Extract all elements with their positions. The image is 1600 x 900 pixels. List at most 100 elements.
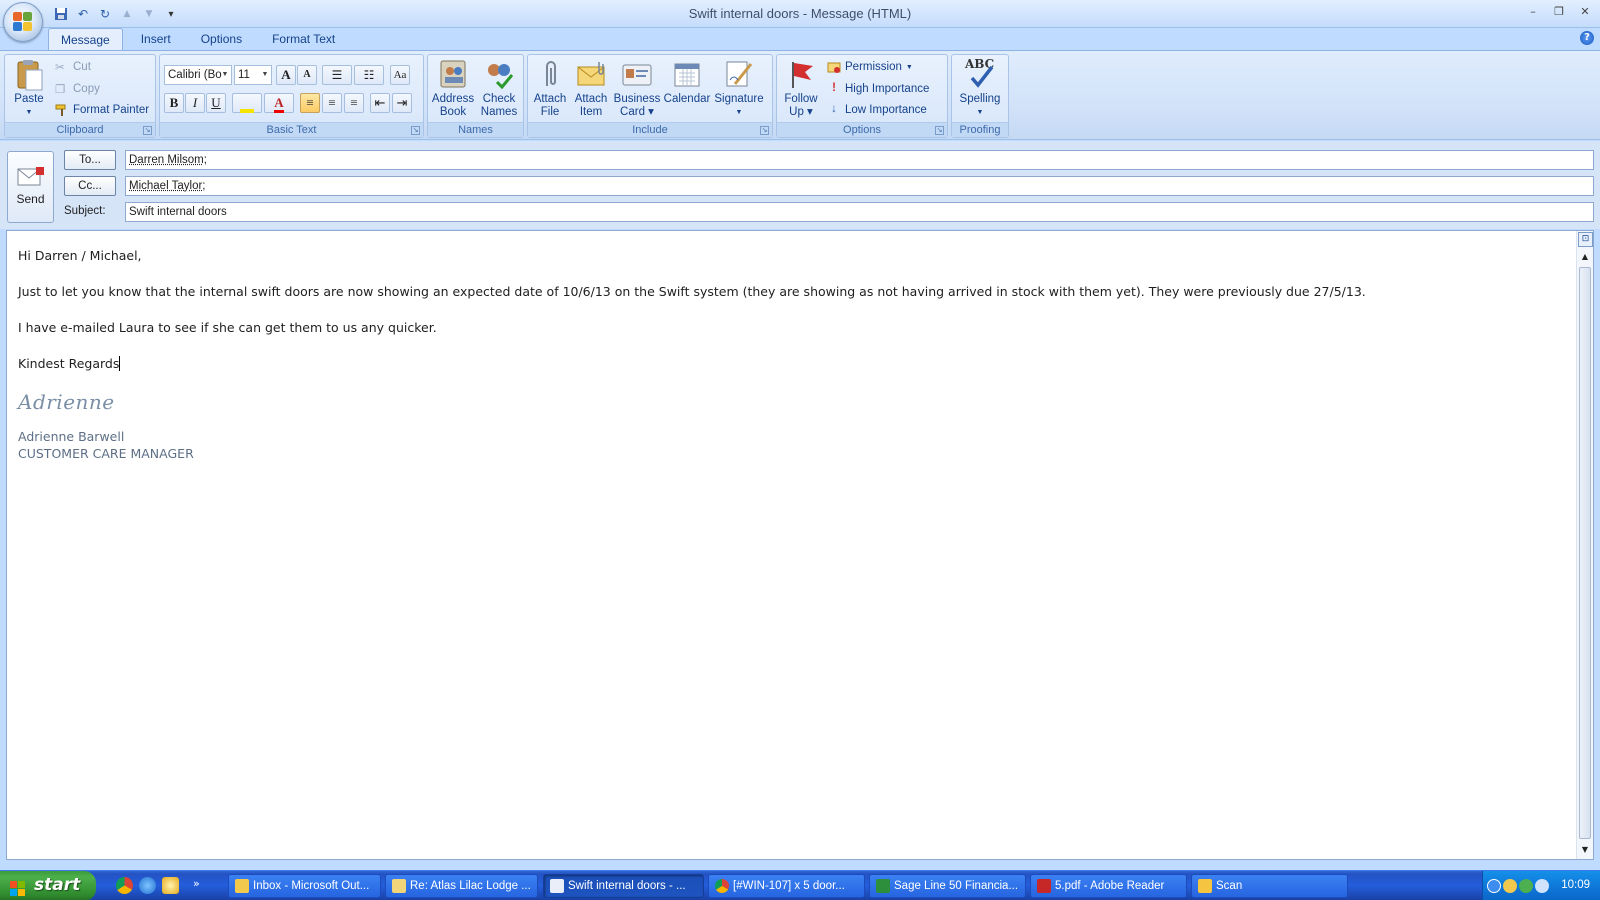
- taskbar-item-atlas[interactable]: Re: Atlas Lilac Lodge ...: [385, 874, 538, 898]
- cut-button[interactable]: ✂ Cut: [55, 57, 91, 77]
- font-name-combo[interactable]: Calibri (Bo ▼: [164, 65, 232, 85]
- send-label: Send: [8, 192, 53, 206]
- decrease-indent-button[interactable]: ⇤: [370, 93, 390, 113]
- address-book-icon: [437, 58, 469, 90]
- message-icon: [550, 879, 564, 893]
- font-color-button[interactable]: A: [264, 93, 294, 113]
- taskbar-item-scan[interactable]: Scan: [1191, 874, 1348, 898]
- format-painter-button[interactable]: Format Painter: [55, 100, 149, 120]
- taskbar-item-win107[interactable]: [#WIN-107] x 5 door...: [708, 874, 865, 898]
- cc-recipient[interactable]: Michael Taylor: [129, 180, 202, 192]
- basic-text-group-label: Basic Text: [160, 122, 423, 137]
- quick-launch-expand-icon[interactable]: »: [193, 877, 200, 894]
- italic-button[interactable]: I: [185, 93, 205, 113]
- increase-indent-button[interactable]: ⇥: [392, 93, 412, 113]
- taskbar-item-sage[interactable]: Sage Line 50 Financia...: [869, 874, 1026, 898]
- cc-button[interactable]: Cc...: [64, 176, 116, 196]
- business-card-button[interactable]: Business Card ▾: [612, 58, 662, 119]
- high-importance-button[interactable]: ! High Importance: [827, 79, 929, 99]
- ruler-toggle-icon[interactable]: ⊡: [1578, 232, 1593, 247]
- calendar-button[interactable]: Calendar: [662, 58, 712, 106]
- signature-script: Adrienne: [18, 390, 1366, 414]
- include-dialog-launcher-icon[interactable]: ↘: [760, 126, 769, 135]
- to-recipient[interactable]: Darren Milsom: [129, 154, 204, 166]
- tab-insert[interactable]: Insert: [129, 28, 183, 50]
- close-button[interactable]: ✕: [1576, 4, 1594, 20]
- restore-button[interactable]: ❐: [1550, 4, 1568, 20]
- taskbar-item-inbox[interactable]: Inbox - Microsoft Out...: [228, 874, 381, 898]
- start-button[interactable]: start: [0, 871, 96, 900]
- tab-format-text[interactable]: Format Text: [260, 28, 347, 50]
- clear-formatting-button[interactable]: Aa: [390, 65, 410, 85]
- cut-label: Cut: [73, 61, 91, 73]
- to-button[interactable]: To...: [64, 150, 116, 170]
- message-body-content[interactable]: Hi Darren / Michael, Just to let you kno…: [18, 248, 1366, 462]
- underline-button[interactable]: U: [206, 93, 226, 113]
- bullets-button[interactable]: ☰: [322, 65, 352, 85]
- paperclip-icon: [534, 58, 566, 90]
- subject-field[interactable]: Swift internal doors: [125, 202, 1594, 222]
- low-importance-button[interactable]: ↓ Low Importance: [827, 100, 927, 120]
- check-names-button[interactable]: Check Names: [477, 58, 521, 119]
- cc-field[interactable]: Michael Taylor;: [125, 176, 1594, 196]
- paste-dropdown-icon[interactable]: ▼: [9, 106, 49, 119]
- signature-dropdown-icon[interactable]: ▼: [712, 106, 766, 119]
- permission-button[interactable]: Permission ▼: [827, 57, 913, 77]
- business-card-label-2: Card ▾: [612, 106, 662, 119]
- basic-text-dialog-launcher-icon[interactable]: ↘: [411, 126, 420, 135]
- grow-font-button[interactable]: A: [276, 65, 296, 85]
- font-size-combo[interactable]: 11 ▼: [234, 65, 272, 85]
- down-arrow-icon: ↓: [827, 103, 841, 117]
- chevron-down-icon[interactable]: ▼: [906, 64, 913, 71]
- numbering-button[interactable]: ☷: [354, 65, 384, 85]
- help-icon[interactable]: ?: [1580, 31, 1594, 45]
- tab-message[interactable]: Message: [48, 28, 123, 50]
- internet-explorer-icon[interactable]: [139, 877, 156, 894]
- options-group-label: Options: [777, 122, 947, 137]
- clock[interactable]: 10:09: [1561, 879, 1590, 891]
- paste-button[interactable]: Paste ▼: [9, 58, 49, 119]
- office-button[interactable]: [3, 2, 43, 42]
- chrome-icon[interactable]: [116, 877, 133, 894]
- spelling-button[interactable]: ABC Spelling ▼: [955, 58, 1005, 119]
- center-button[interactable]: ≡: [322, 93, 342, 113]
- attach-file-button[interactable]: Attach File: [530, 58, 570, 119]
- shrink-font-button[interactable]: A: [297, 65, 317, 85]
- closing-line: Kindest Regards: [18, 356, 1366, 372]
- volume-icon[interactable]: [1535, 879, 1549, 893]
- names-group-label: Names: [428, 122, 523, 137]
- follow-up-button[interactable]: Follow Up ▾: [781, 58, 821, 119]
- highlight-button[interactable]: [232, 93, 262, 113]
- scroll-up-icon[interactable]: ▲: [1577, 249, 1593, 265]
- signature-button[interactable]: Signature ▼: [712, 58, 766, 119]
- follow-up-label-2: Up ▾: [781, 106, 821, 119]
- address-book-button[interactable]: Address Book: [431, 58, 475, 119]
- vertical-scrollbar[interactable]: ⊡ ▲ ▼: [1576, 231, 1593, 859]
- align-left-button[interactable]: ≡: [300, 93, 320, 113]
- outlook-icon[interactable]: [162, 877, 179, 894]
- align-right-button[interactable]: ≡: [344, 93, 364, 113]
- bold-button[interactable]: B: [164, 93, 184, 113]
- options-dialog-launcher-icon[interactable]: ↘: [935, 126, 944, 135]
- send-button[interactable]: Send: [7, 151, 54, 223]
- tray-expand-icon[interactable]: [1487, 879, 1501, 893]
- scroll-down-icon[interactable]: ▼: [1577, 842, 1593, 858]
- to-field[interactable]: Darren Milsom;: [125, 150, 1594, 170]
- text-cursor: [119, 356, 120, 371]
- attach-item-button[interactable]: Attach Item: [570, 58, 612, 119]
- scrollbar-thumb[interactable]: [1579, 267, 1591, 839]
- spelling-dropdown-icon[interactable]: ▼: [955, 106, 1005, 119]
- taskbar-item-adobe[interactable]: 5.pdf - Adobe Reader: [1030, 874, 1187, 898]
- tab-options[interactable]: Options: [189, 28, 254, 50]
- network-icon[interactable]: [1519, 879, 1533, 893]
- title-bar: ↶ ↻ ▲ ▼ ▾ Swift internal doors - Message…: [0, 0, 1600, 28]
- clipboard-dialog-launcher-icon[interactable]: ↘: [143, 126, 152, 135]
- chevron-down-icon[interactable]: ▼: [260, 67, 270, 83]
- minimize-button[interactable]: –: [1524, 4, 1542, 20]
- outlook-tray-icon[interactable]: [1503, 879, 1517, 893]
- chevron-down-icon[interactable]: ▼: [220, 67, 230, 83]
- message-body[interactable]: Hi Darren / Michael, Just to let you kno…: [6, 230, 1594, 860]
- body-paragraph-2: I have e-mailed Laura to see if she can …: [18, 320, 1366, 336]
- copy-button[interactable]: ❐ Copy: [55, 79, 100, 99]
- taskbar-item-swift[interactable]: Swift internal doors - ...: [543, 874, 704, 898]
